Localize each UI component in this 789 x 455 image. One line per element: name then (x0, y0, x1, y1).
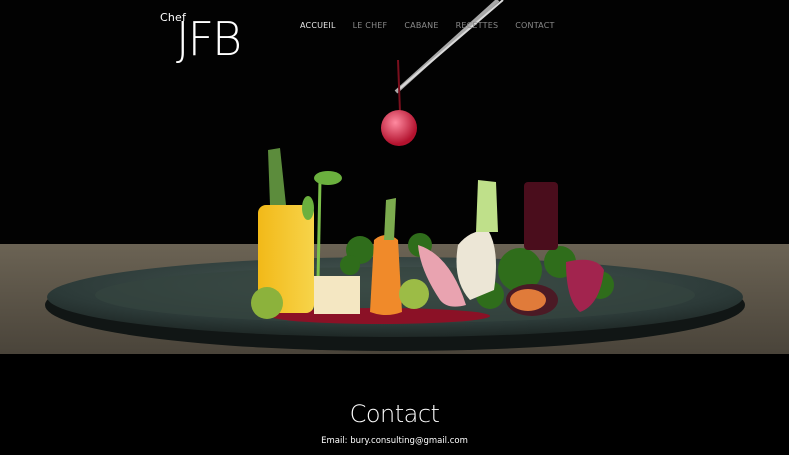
nav-item-contact[interactable]: CONTACT (515, 21, 554, 30)
contact-section: Contact Email: bury.consulting@gmail.com (0, 354, 789, 455)
nav-item-accueil[interactable]: ACCUEIL (300, 21, 336, 30)
hero-banner: Chef JFB ACCUEIL LE CHEF CABANE RECETTES… (0, 0, 789, 354)
contact-title: Contact (349, 400, 440, 428)
logo-name: JFB (176, 12, 242, 66)
purple-carrot (524, 182, 558, 250)
nav-item-le-chef[interactable]: LE CHEF (353, 21, 388, 30)
main-nav: ACCUEIL LE CHEF CABANE RECETTES CONTACT (300, 21, 555, 30)
tofu-cube (314, 276, 360, 314)
contact-email[interactable]: Email: bury.consulting@gmail.com (0, 436, 789, 446)
hero-dish-photo (0, 0, 789, 354)
nav-item-cabane[interactable]: CABANE (404, 21, 438, 30)
orange-carrot (370, 235, 402, 315)
nav-item-recettes[interactable]: RECETTES (456, 21, 499, 30)
cherry (381, 110, 417, 146)
